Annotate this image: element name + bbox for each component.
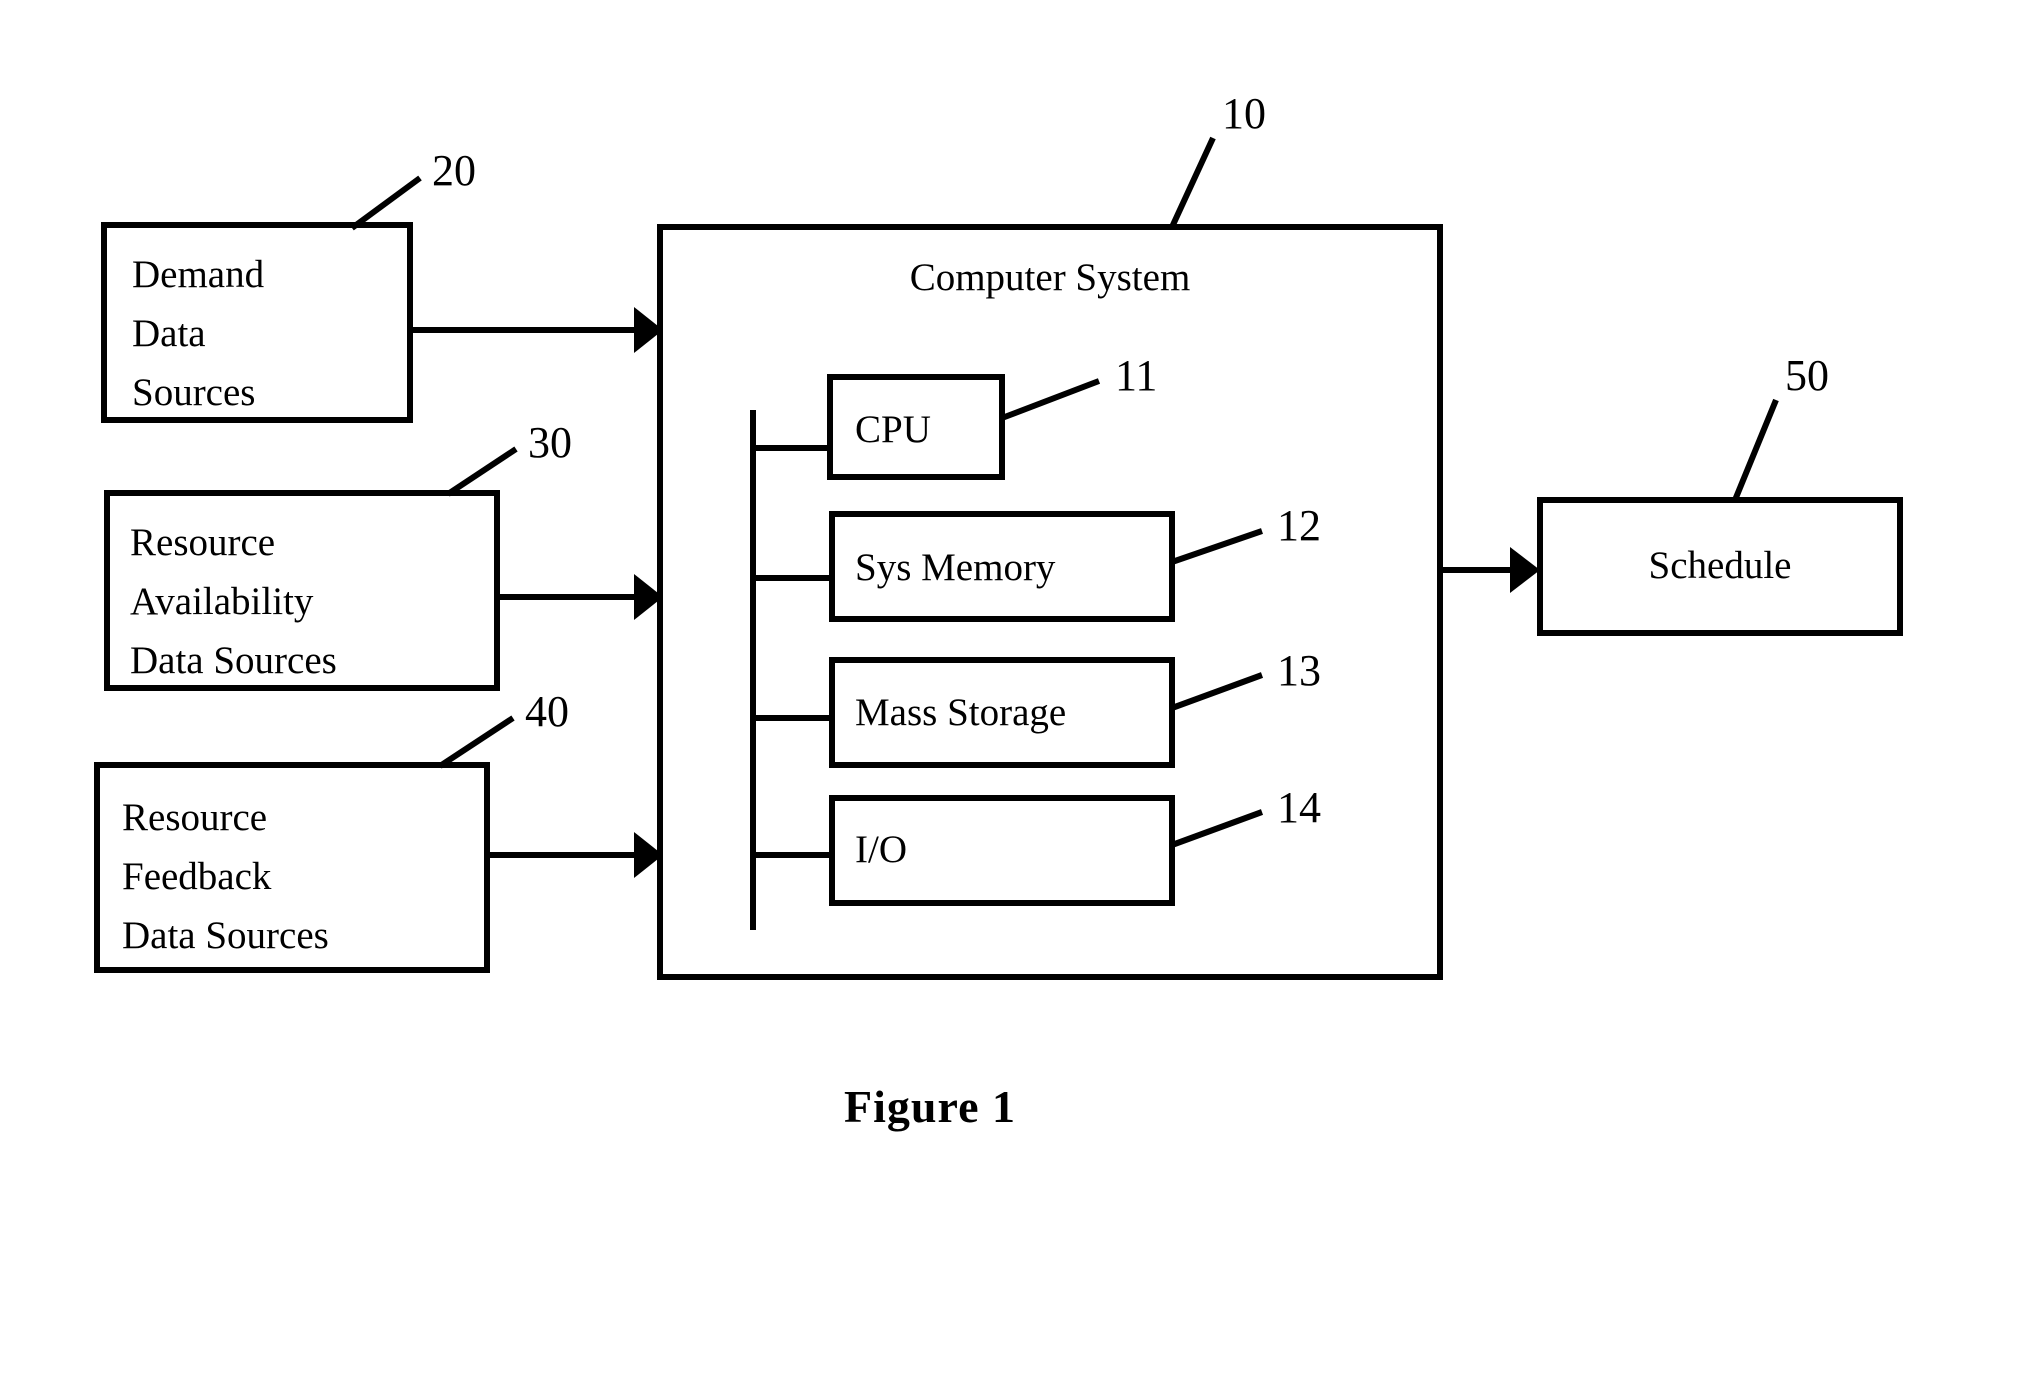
leader-line-30 xyxy=(446,446,518,497)
component-mass-storage[interactable]: Mass Storage xyxy=(829,657,1175,768)
demand-data-sources-line-1: Demand xyxy=(132,253,265,296)
ref-numeral-30: 30 xyxy=(528,418,572,467)
sys-memory-label: Sys Memory xyxy=(855,546,1056,589)
leader-line-40 xyxy=(438,715,515,769)
schedule-label: Schedule xyxy=(1649,544,1792,587)
demand-data-sources-line-3: Sources xyxy=(132,371,255,414)
resource-feedback-line-2: Feedback xyxy=(122,855,272,898)
ref-numeral-40: 40 xyxy=(525,687,569,736)
ref-numeral-20: 20 xyxy=(432,146,476,195)
leader-line-10 xyxy=(1169,136,1216,229)
mass-storage-label: Mass Storage xyxy=(855,691,1066,734)
resource-availability-line-2: Availability xyxy=(130,580,314,623)
arrow-head-system-to-schedule xyxy=(1510,547,1540,593)
leader-line-20 xyxy=(350,175,422,231)
resource-feedback-line-1: Resource xyxy=(122,796,267,839)
input-box-demand-data-sources[interactable]: Demand Data Sources xyxy=(101,222,413,423)
input-box-resource-availability-data-sources[interactable]: Resource Availability Data Sources xyxy=(104,490,500,691)
resource-availability-line-1: Resource xyxy=(130,521,275,564)
resource-feedback-line-3: Data Sources xyxy=(122,914,329,957)
ref-numeral-50: 50 xyxy=(1785,351,1829,400)
figure-caption: Figure 1 xyxy=(844,1081,1016,1132)
computer-system-title: Computer System xyxy=(910,256,1191,299)
component-sys-memory[interactable]: Sys Memory xyxy=(829,511,1175,622)
io-label: I/O xyxy=(855,828,907,871)
demand-data-sources-line-2: Data xyxy=(132,312,206,355)
resource-availability-line-3: Data Sources xyxy=(130,639,337,682)
ref-numeral-11: 11 xyxy=(1115,351,1157,400)
ref-numeral-13: 13 xyxy=(1277,646,1321,695)
leader-line-50 xyxy=(1732,398,1779,502)
patent-diagram: Demand Data Sources 20 Resource Availabi… xyxy=(94,89,1903,1132)
input-box-resource-feedback-data-sources[interactable]: Resource Feedback Data Sources xyxy=(94,762,490,973)
figure-canvas: Demand Data Sources 20 Resource Availabi… xyxy=(0,0,2029,1373)
cpu-label: CPU xyxy=(855,408,931,451)
ref-numeral-10: 10 xyxy=(1222,89,1266,138)
ref-numeral-14: 14 xyxy=(1277,783,1321,832)
ref-numeral-12: 12 xyxy=(1277,501,1321,550)
component-io[interactable]: I/O xyxy=(829,795,1175,906)
component-cpu[interactable]: CPU xyxy=(827,374,1005,480)
output-box-schedule[interactable]: Schedule xyxy=(1537,497,1903,636)
